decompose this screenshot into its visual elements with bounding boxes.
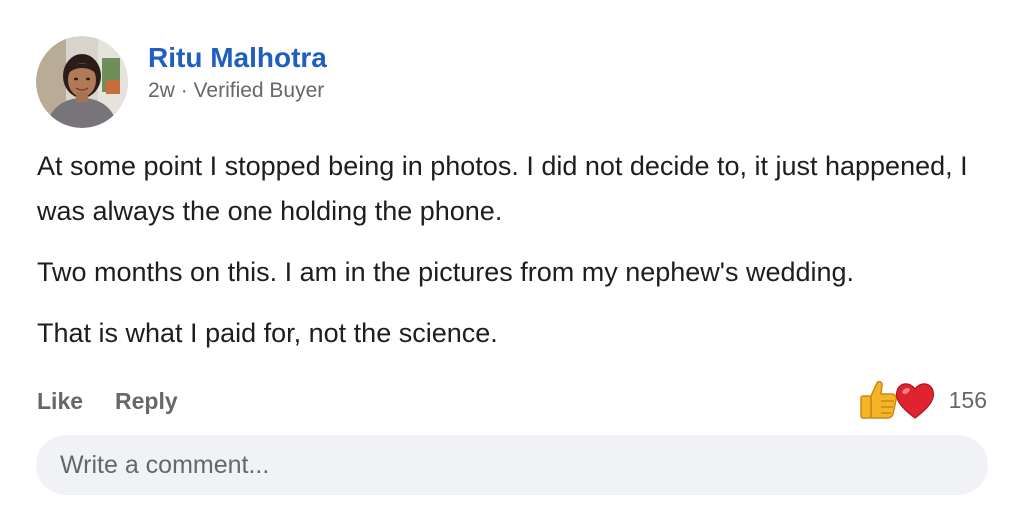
reply-button[interactable]: Reply — [115, 388, 178, 415]
reaction-summary[interactable]: 156 — [857, 376, 987, 424]
review-post: Ritu Malhotra 2w · Verified Buyer At som… — [0, 0, 1024, 530]
comment-input[interactable] — [36, 435, 988, 495]
avatar-photo-icon — [36, 36, 128, 128]
author-name[interactable]: Ritu Malhotra — [148, 42, 327, 74]
author-avatar[interactable] — [36, 36, 128, 128]
reaction-count: 156 — [948, 386, 987, 413]
post-actions: Like Reply — [37, 384, 178, 418]
meta-separator: · — [180, 79, 188, 102]
post-age: 2w — [148, 79, 175, 102]
post-paragraph: At some point I stopped being in photos.… — [37, 151, 968, 226]
reaction-icons — [857, 378, 937, 422]
like-button[interactable]: Like — [37, 388, 83, 415]
post-body: At some point I stopped being in photos.… — [37, 144, 997, 372]
post-meta: 2w · Verified Buyer — [148, 78, 324, 104]
heart-icon — [895, 383, 934, 419]
verified-buyer-badge: Verified Buyer — [193, 79, 325, 102]
post-paragraph: That is what I paid for, not the science… — [37, 318, 498, 348]
post-paragraph: Two months on this. I am in the pictures… — [37, 257, 855, 287]
